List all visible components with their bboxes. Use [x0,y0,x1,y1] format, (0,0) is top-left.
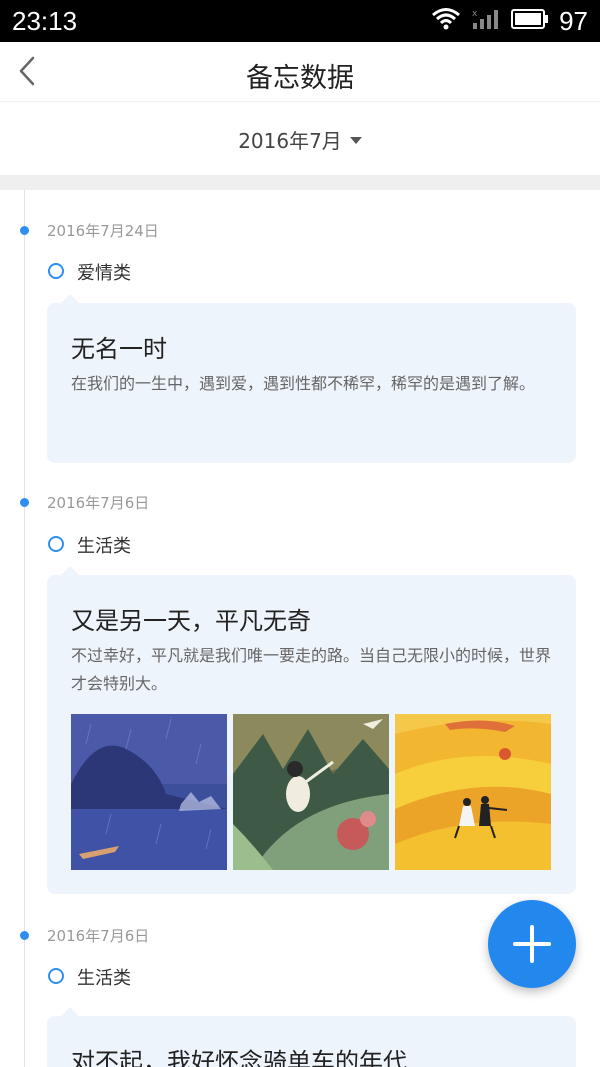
memo-body: 不过幸好，平凡就是我们唯一要走的路。当自己无限小的时候，世界才会特别大。 [71,646,552,693]
couple-in-golden-field-illustration[interactable] [395,714,551,870]
category-circle-icon [48,968,64,984]
memo-title: 无名一时 [71,335,167,363]
entry-date: 2016年7月24日 [47,222,159,240]
month-label: 2016年7月 [238,128,342,153]
timeline-dot [20,498,29,507]
memo-title: 对不起，我好怀念骑单车的年代 [71,1048,407,1067]
status-time: 23:13 [12,6,78,36]
category-circle-icon [48,536,64,552]
svg-text:x: x [472,9,478,19]
status-indicators: x 97 [431,6,588,36]
memo-title: 又是另一天，平凡无奇 [71,607,311,635]
entry-date: 2016年7月6日 [47,927,150,945]
signal-icon: x [471,7,501,35]
entry-category: 生活类 [77,968,131,989]
memo-card[interactable]: 对不起，我好怀念骑单车的年代 [47,1007,576,1067]
timeline-dot [20,931,29,940]
add-memo-button[interactable] [488,900,576,988]
entry-date: 2016年7月6日 [47,494,150,512]
battery-percentage: 97 [559,5,588,36]
month-selector[interactable]: 2016年7月 [0,103,600,175]
status-bar: 23:13 x 97 [0,0,600,42]
memo-card[interactable]: 无名一时 在我们的一生中，遇到爱，遇到性都不稀罕，稀罕的是遇到了解。 [47,294,576,463]
timeline-dot [20,226,29,235]
section-divider [0,175,600,190]
page-title: 备忘数据 [246,63,354,94]
entry-category: 生活类 [77,536,131,557]
memo-body: 在我们的一生中，遇到爱，遇到性都不稀罕，稀罕的是遇到了解。 [71,374,536,393]
girl-in-forest-illustration[interactable] [233,714,389,870]
header: 备忘数据 [0,42,600,102]
entry-category: 爱情类 [77,263,131,284]
caret-down-icon [349,136,362,144]
category-circle-icon [48,263,64,279]
rainy-lake-boat-illustration[interactable] [71,714,227,870]
wifi-icon [431,7,461,35]
battery-icon [511,8,549,34]
memo-card[interactable]: 又是另一天，平凡无奇 不过幸好，平凡就是我们唯一要走的路。当自己无限小的时候，世… [47,566,576,894]
plus-icon [513,925,551,963]
